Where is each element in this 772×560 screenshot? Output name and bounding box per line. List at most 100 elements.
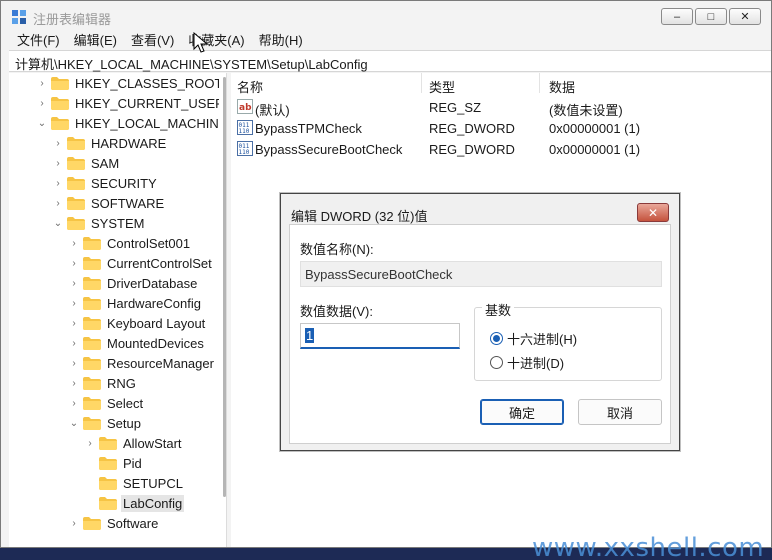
dialog-title: 编辑 DWORD (32 位)值 xyxy=(291,209,428,224)
tree-node[interactable]: › HKEY_CURRENT_USER xyxy=(35,93,226,113)
ok-button[interactable]: 确定 xyxy=(480,399,564,425)
chevron-right-icon[interactable]: › xyxy=(67,516,81,530)
edit-dword-dialog: 编辑 DWORD (32 位)值 ✕ 数值名称(N): BypassSecure… xyxy=(280,193,680,451)
tree-node-label: HardwareConfig xyxy=(107,295,201,311)
tree-node[interactable]: › ControlSet001 xyxy=(67,233,192,253)
chevron-right-icon[interactable]: › xyxy=(67,296,81,310)
title-bar[interactable]: 注册表编辑器 – □ ✕ xyxy=(1,1,771,31)
tree-node[interactable]: › SOFTWARE xyxy=(51,193,166,213)
chevron-down-icon[interactable]: ⌄ xyxy=(67,416,81,430)
folder-icon xyxy=(99,436,117,450)
tree-node[interactable]: › DriverDatabase xyxy=(67,273,199,293)
value-row[interactable]: 011 110 BypassSecureBootCheck REG_DWORD 0x00… xyxy=(231,139,771,159)
value-data-input[interactable]: 1 xyxy=(300,323,460,349)
radio-decimal[interactable]: 十进制(D) xyxy=(490,353,564,372)
chevron-right-icon[interactable]: › xyxy=(67,356,81,370)
maximize-button[interactable]: □ xyxy=(695,8,727,25)
tree-node[interactable]: › ResourceManager xyxy=(67,353,216,373)
column-divider[interactable] xyxy=(539,73,540,93)
tree-node[interactable]: › Keyboard Layout xyxy=(67,313,207,333)
tree-node[interactable]: › SECURITY xyxy=(51,173,159,193)
column-header-name[interactable]: 名称 xyxy=(237,77,263,96)
folder-icon xyxy=(83,396,101,410)
tree-node[interactable]: › HKEY_CLASSES_ROOT xyxy=(35,73,224,93)
scrollbar-thumb[interactable] xyxy=(223,77,226,497)
radio-selected-icon xyxy=(490,332,503,345)
menu-file[interactable]: 文件(F) xyxy=(17,30,60,49)
close-button[interactable]: ✕ xyxy=(729,8,761,25)
tree-node[interactable]: › HARDWARE xyxy=(51,133,168,153)
chevron-right-icon[interactable]: › xyxy=(67,276,81,290)
tree-node[interactable]: › AllowStart xyxy=(83,433,184,453)
tree-node[interactable]: › HardwareConfig xyxy=(67,293,203,313)
chevron-right-icon[interactable]: › xyxy=(67,336,81,350)
column-header-data[interactable]: 数据 xyxy=(549,77,575,96)
chevron-right-icon[interactable]: › xyxy=(67,236,81,250)
tree-node-label: SAM xyxy=(91,155,120,171)
chevron-right-icon[interactable]: › xyxy=(67,316,81,330)
column-divider[interactable] xyxy=(421,73,422,93)
tree-node[interactable]: LabConfig xyxy=(83,493,185,513)
value-data-text: 1 xyxy=(305,328,315,343)
value-row[interactable]: ab (默认) REG_SZ (数值未设置) xyxy=(231,97,771,118)
tree-node-label: Software xyxy=(107,515,159,531)
column-header-type[interactable]: 类型 xyxy=(429,77,455,96)
menu-help[interactable]: 帮助(H) xyxy=(259,30,303,49)
chevron-right-icon[interactable]: › xyxy=(35,76,49,90)
tree-scrollbar[interactable] xyxy=(219,73,226,547)
tree-node[interactable]: › SAM xyxy=(51,153,121,173)
key-tree: › HKEY_CLASSES_ROOT › HKEY_CURRENT_USER ⌄ HKE… xyxy=(9,73,227,547)
cancel-button[interactable]: 取消 xyxy=(578,399,662,425)
tree-node[interactable]: › RNG xyxy=(67,373,138,393)
tree-node-label: Keyboard Layout xyxy=(107,315,206,331)
tree-node[interactable]: ⌄ HKEY_LOCAL_MACHINE xyxy=(35,113,227,133)
radio-hex[interactable]: 十六进制(H) xyxy=(490,329,577,348)
folder-icon xyxy=(83,356,101,370)
address-bar[interactable]: 计算机\HKEY_LOCAL_MACHINE\SYSTEM\Setup\LabC… xyxy=(9,50,771,72)
tree-node[interactable]: › MountedDevices xyxy=(67,333,206,353)
tree-node[interactable]: ⌄ Setup xyxy=(67,413,143,433)
menu-view[interactable]: 查看(V) xyxy=(131,30,174,49)
tree-node-label: RNG xyxy=(107,375,136,391)
value-type: REG_SZ xyxy=(429,100,482,115)
chevron-down-icon[interactable]: ⌄ xyxy=(35,116,49,130)
dialog-close-button[interactable]: ✕ xyxy=(637,203,669,222)
chevron-right-icon[interactable]: › xyxy=(51,156,65,170)
chevron-right-icon[interactable]: › xyxy=(67,396,81,410)
value-data: 0x00000001 (1) xyxy=(549,142,641,157)
tree-node[interactable]: SETUPCL xyxy=(83,473,185,493)
tree-node-label: DriverDatabase xyxy=(107,275,198,291)
folder-icon xyxy=(83,296,101,310)
value-name-label: 数值名称(N): xyxy=(300,242,374,257)
chevron-down-icon[interactable]: ⌄ xyxy=(51,216,65,230)
tree-node[interactable]: ⌄ SYSTEM xyxy=(51,213,146,233)
chevron-right-icon[interactable]: › xyxy=(51,176,65,190)
radio-decimal-label: 十进制(D) xyxy=(507,356,565,371)
tree-node[interactable]: Pid xyxy=(83,453,144,473)
chevron-right-icon[interactable]: › xyxy=(51,196,65,210)
chevron-right-icon[interactable]: › xyxy=(83,436,97,450)
folder-icon xyxy=(51,116,69,130)
chevron-right-icon[interactable]: › xyxy=(51,136,65,150)
tree-node[interactable]: › CurrentControlSet xyxy=(67,253,214,273)
chevron-right-icon[interactable]: › xyxy=(67,376,81,390)
folder-icon xyxy=(83,336,101,350)
value-name: (默认) xyxy=(255,103,290,118)
tree-node-label: HKEY_CLASSES_ROOT xyxy=(75,75,223,91)
tree-node-label: MountedDevices xyxy=(107,335,204,351)
menu-edit[interactable]: 编辑(E) xyxy=(74,30,117,49)
tree-node-label: HKEY_LOCAL_MACHINE xyxy=(75,115,227,131)
value-data: (数值未设置) xyxy=(549,103,623,118)
value-row[interactable]: 011 110 BypassTPMCheck REG_DWORD 0x00000001 … xyxy=(231,118,771,138)
value-name: BypassTPMCheck xyxy=(255,121,362,136)
tree-node[interactable]: › Software xyxy=(67,513,160,533)
value-data: 0x00000001 (1) xyxy=(549,121,641,136)
folder-icon xyxy=(83,516,101,530)
chevron-right-icon[interactable]: › xyxy=(67,256,81,270)
tree-node[interactable]: › Select xyxy=(67,393,145,413)
minimize-button[interactable]: – xyxy=(661,8,693,25)
mouse-cursor-icon xyxy=(193,32,209,53)
folder-icon xyxy=(83,276,101,290)
chevron-right-icon[interactable]: › xyxy=(35,96,49,110)
folder-icon xyxy=(67,216,85,230)
